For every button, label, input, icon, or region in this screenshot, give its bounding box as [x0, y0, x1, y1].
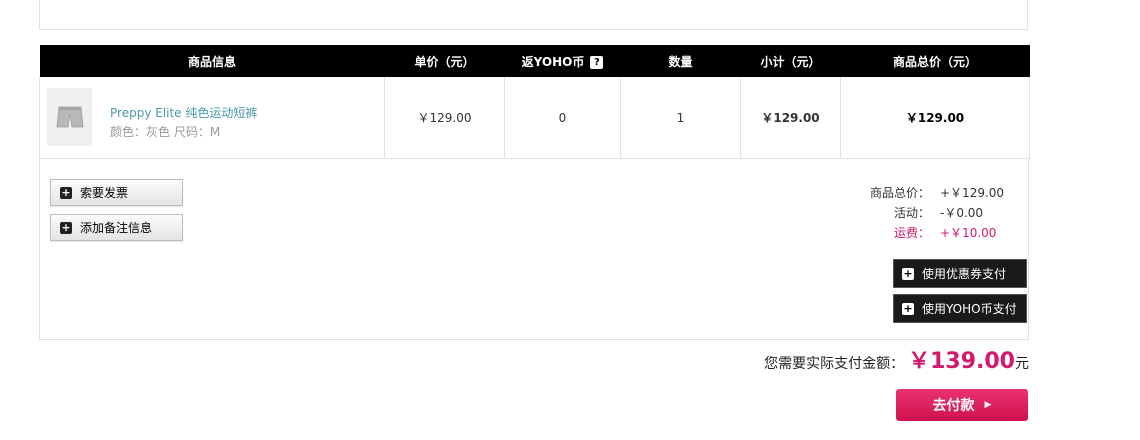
- payment-label: 您需要实际支付金额：: [764, 356, 905, 372]
- summary-promo-row: 活动： -￥0.00: [870, 202, 1005, 222]
- cart-section: 商品信息 单价（元） 返YOHO币? 数量 小计（元） 商品总价（元） Prep…: [39, 45, 1030, 340]
- total-cell: ￥129.00: [840, 77, 1030, 159]
- yoho-coins-cell: 0: [504, 77, 621, 159]
- summary-promo-label: 活动：: [893, 205, 930, 220]
- checkout-button[interactable]: 去付款 ▶: [896, 389, 1028, 421]
- use-coupon-button[interactable]: + 使用优惠券支付: [893, 259, 1027, 288]
- price-summary: 商品总价： +￥129.00 活动： -￥0.00 运费： +￥10.00: [870, 182, 1005, 242]
- header-total: 商品总价（元）: [840, 45, 1030, 77]
- shorts-thumbnail-icon[interactable]: [47, 88, 92, 146]
- summary-goods-value: +￥129.00: [940, 185, 1005, 200]
- payment-unit: 元: [1015, 356, 1029, 372]
- header-quantity: 数量: [620, 45, 741, 77]
- summary-shipping-row: 运费： +￥10.00: [870, 222, 1005, 242]
- header-subtotal: 小计（元）: [740, 45, 841, 77]
- plus-icon: +: [902, 266, 914, 280]
- caret-right-icon: ▶: [984, 400, 992, 410]
- summary-goods-row: 商品总价： +￥129.00: [870, 182, 1005, 202]
- cart-table: 商品信息 单价（元） 返YOHO币? 数量 小计（元） 商品总价（元） Prep…: [39, 45, 1030, 159]
- plus-icon: +: [902, 301, 914, 315]
- product-name-link[interactable]: Preppy Elite 纯色运动短裤: [110, 104, 257, 121]
- plus-icon: +: [60, 185, 72, 199]
- use-yoho-coin-button[interactable]: + 使用YOHO币支付: [893, 294, 1027, 323]
- summary-shipping-label: 运费：: [893, 225, 930, 240]
- checkout-button-label: 去付款: [932, 398, 975, 414]
- product-cell: Preppy Elite 纯色运动短裤 颜色：灰色 尺码：M: [39, 77, 385, 159]
- previous-section-box: [39, 0, 1028, 30]
- table-row: Preppy Elite 纯色运动短裤 颜色：灰色 尺码：M ￥129.00 0…: [39, 77, 1030, 159]
- subtotal-cell: ￥129.00: [740, 77, 841, 159]
- product-attributes: 颜色：灰色 尺码：M: [110, 125, 221, 139]
- plus-icon: +: [60, 220, 72, 234]
- table-header-row: 商品信息 单价（元） 返YOHO币? 数量 小计（元） 商品总价（元）: [39, 45, 1030, 77]
- quantity-cell: 1: [620, 77, 741, 159]
- header-product: 商品信息: [39, 45, 385, 77]
- summary-promo-value: -￥0.00: [940, 205, 984, 220]
- header-yoho-return-label: 返YOHO币: [521, 54, 585, 69]
- payment-amount-line: 您需要实际支付金额： ￥139.00 元: [764, 343, 1029, 375]
- request-invoice-button[interactable]: + 索要发票: [50, 179, 183, 206]
- unit-price-cell: ￥129.00: [384, 77, 505, 159]
- summary-shipping-value: +￥10.00: [940, 225, 997, 240]
- header-unit-price: 单价（元）: [384, 45, 505, 77]
- request-invoice-label: 索要发票: [80, 186, 129, 200]
- add-remark-button[interactable]: + 添加备注信息: [50, 214, 183, 241]
- order-options-panel: + 索要发票 + 添加备注信息 商品总价： +￥129.00 活动： -￥0.0…: [39, 159, 1029, 340]
- summary-goods-label: 商品总价：: [870, 185, 931, 200]
- add-remark-label: 添加备注信息: [80, 221, 153, 235]
- help-icon[interactable]: ?: [590, 55, 604, 69]
- payment-amount: ￥139.00: [908, 349, 1015, 374]
- use-yoho-coin-label: 使用YOHO币支付: [922, 302, 1017, 316]
- use-coupon-label: 使用优惠券支付: [922, 267, 1007, 281]
- header-yoho-return: 返YOHO币?: [504, 45, 621, 77]
